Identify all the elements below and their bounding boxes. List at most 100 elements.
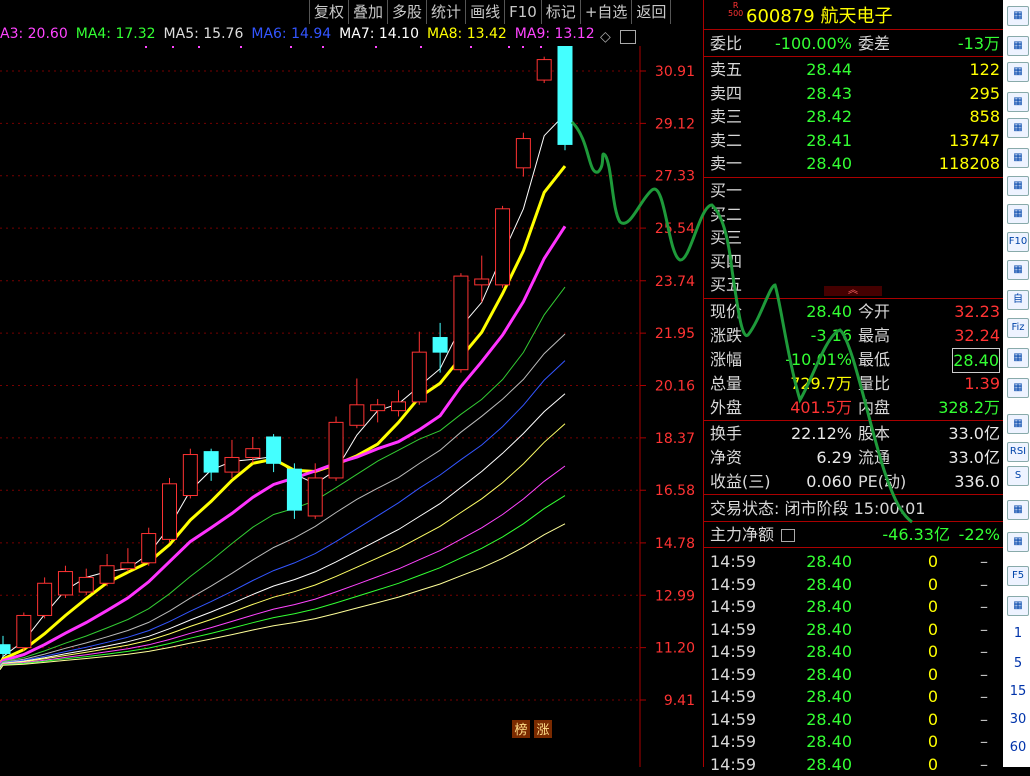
buy-level-row[interactable]: 买四 (710, 250, 742, 273)
buy-level-row[interactable]: 买二 (710, 203, 742, 226)
sidebar-tool-icon[interactable]: ▦ (1007, 348, 1029, 368)
quote-row: 总量 729.7万 量比 1.39 (710, 372, 1000, 395)
ma-marker-dot (420, 46, 422, 48)
tick-time: 14:59 (710, 754, 757, 774)
buy-level-row[interactable]: 买一 (710, 179, 742, 202)
sidebar-tool-icon[interactable]: ▦ (1007, 6, 1029, 26)
sidebar-tool-icon[interactable]: ▦ (1007, 260, 1029, 280)
sidebar-tool-button[interactable]: F5 (1007, 566, 1029, 586)
finance-row: 净资 6.29 流通 33.0亿 (710, 446, 1000, 469)
finance-value: 33.0亿 (948, 424, 1000, 443)
list-icon[interactable] (781, 529, 796, 542)
sidebar-tool-icon[interactable]: ▦ (1007, 148, 1029, 168)
candle-body (99, 565, 115, 584)
sell-level-label: 卖二 (710, 130, 743, 150)
quote-value: 1.39 (964, 374, 1000, 393)
sidebar-tool-icon[interactable]: ▦ (1007, 532, 1029, 552)
sidebar-tool-icon[interactable]: ▦ (1007, 62, 1029, 82)
buy-level-row[interactable]: 买五 (710, 273, 742, 296)
candle-body (328, 421, 344, 479)
quote-label: 今开 (858, 302, 891, 321)
ma-marker-dot (240, 46, 242, 48)
tool-sidebar: F10 F5 RSI S 自 Fiz ▦ ▦ ▦ ▦ ▦ ▦ ▦ ▦ ▦ ▦ ▦ ▦ ▦ ▦ ▦ 1 5 15 30 60 (1003, 0, 1030, 767)
tick-price: 28.40 (806, 619, 852, 639)
sell-level-volume: 13747 (949, 130, 1000, 150)
sidebar-tool-button[interactable]: F10 (1007, 232, 1029, 252)
stock-title: 600879 航天电子 (746, 2, 892, 28)
sidebar-tool-icon[interactable]: ▦ (1007, 204, 1029, 224)
tick-price: 28.40 (806, 754, 852, 774)
weicha-label: 委差 (858, 34, 891, 53)
toolbar-button-7[interactable]: +自选 (579, 0, 633, 24)
toolbar-button-5[interactable]: F10 (504, 0, 542, 24)
tick-direction: – (980, 732, 988, 751)
sidebar-tool-icon[interactable]: ▦ (1007, 118, 1029, 138)
sidebar-tool-icon[interactable]: ▦ (1007, 596, 1029, 616)
sidebar-tool-icon[interactable]: ▦ (1007, 176, 1029, 196)
index-badge: R 500 (728, 2, 743, 18)
buy-level-row[interactable]: 买三 (710, 226, 742, 249)
tick-time: 14:59 (710, 642, 757, 661)
toolbar-button-0[interactable]: 复权 (309, 0, 350, 24)
sidebar-tool-button[interactable]: Fiz (1007, 318, 1029, 338)
sidebar-tool-icon[interactable]: ▦ (1007, 414, 1029, 434)
sidebar-tool-button[interactable]: RSI (1007, 442, 1029, 462)
sell-level-row[interactable]: 卖三 28.42 858 (710, 105, 1000, 128)
period-button[interactable]: 60 (1007, 740, 1029, 755)
ma-legend-item: A3: 20.60 (0, 26, 68, 42)
candle-body (37, 582, 53, 616)
candlestick-chart[interactable]: 30.91 29.12 27.33 25.54 23.74 21.95 20.16 18.37… (0, 46, 700, 767)
tick-direction: – (980, 574, 988, 594)
ma-marker-dot (145, 46, 147, 48)
sidebar-tool-icon[interactable]: ▦ (1007, 92, 1029, 112)
price-axis-label: 27.33 (655, 169, 695, 185)
tick-price: 28.40 (806, 642, 852, 661)
collapse-chevron-icon[interactable]: ︽ (824, 286, 882, 296)
finance-value: 336.0 (954, 472, 1000, 491)
price-axis-label: 21.95 (655, 326, 695, 342)
tick-row: 14:59 28.40 0 – (710, 618, 1000, 641)
sell-level-row[interactable]: 卖一 28.40 118208 (710, 152, 1000, 175)
tick-price: 28.40 (806, 552, 852, 571)
quote-label: 涨跌 (710, 326, 743, 345)
sell-level-label: 卖一 (710, 154, 743, 173)
candle-body (432, 337, 448, 353)
tick-time: 14:59 (710, 687, 757, 706)
toolbar-button-4[interactable]: 画线 (465, 0, 506, 24)
period-button[interactable]: 1 (1007, 626, 1029, 641)
toolbar-button-6[interactable]: 标记 (540, 0, 581, 24)
price-axis-label: 29.12 (655, 116, 695, 132)
tick-price: 28.40 (806, 574, 852, 594)
sell-level-row[interactable]: 卖四 28.43 295 (710, 82, 1000, 105)
sell-level-price: 28.44 (806, 60, 852, 79)
sidebar-tool-icon[interactable]: ▦ (1007, 36, 1029, 56)
sidebar-tool-button[interactable]: 自 (1007, 290, 1029, 310)
toolbar-button-8[interactable]: 返回 (631, 0, 672, 24)
candle-body (515, 138, 531, 169)
finance-row: 换手 22.12% 股本 33.0亿 (710, 422, 1000, 445)
tick-direction: – (980, 664, 988, 684)
period-button[interactable]: 30 (1007, 712, 1029, 727)
toolbar-button-3[interactable]: 统计 (426, 0, 467, 24)
mainforce-label: 主力净额 (710, 525, 775, 544)
toolbar-button-2[interactable]: 多股 (387, 0, 428, 24)
sidebar-tool-icon[interactable]: ▦ (1007, 378, 1029, 398)
quote-label: 量比 (858, 374, 891, 393)
sell-level-row[interactable]: 卖二 28.41 13747 (710, 129, 1000, 152)
mainforce-row[interactable]: 主力净额 -46.33亿 -22% (710, 523, 1000, 546)
window-toggle-icon[interactable] (620, 30, 636, 44)
candle-body (411, 351, 427, 403)
period-button[interactable]: 15 (1007, 684, 1029, 699)
sell-level-row[interactable]: 卖五 28.44 122 (710, 58, 1000, 81)
quote-row: 涨幅 -10.01% 最低 28.40 (710, 348, 1000, 373)
tick-row: 14:59 28.40 0 – (710, 753, 1000, 776)
period-button[interactable]: 5 (1007, 656, 1029, 671)
sidebar-tool-button[interactable]: S (1007, 466, 1029, 486)
toolbar-button-1[interactable]: 叠加 (348, 0, 389, 24)
candle-body (57, 571, 73, 596)
price-axis-label: 16.58 (655, 483, 695, 499)
quote-value: 28.40 (952, 348, 1000, 373)
sidebar-tool-icon[interactable]: ▦ (1007, 500, 1029, 520)
tick-price: 28.40 (806, 709, 852, 729)
diamond-icon[interactable]: ◇ (600, 29, 611, 45)
